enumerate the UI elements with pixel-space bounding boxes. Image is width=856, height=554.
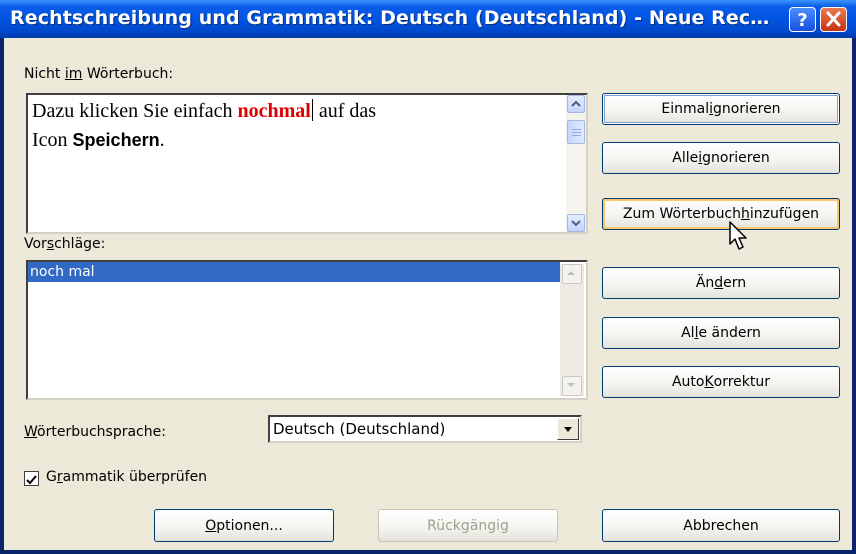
grammar-check-label: Grammatik überprüfen xyxy=(46,469,208,485)
dictionary-language-value: Deutsch (Deutschland) xyxy=(273,420,446,438)
mouse-cursor-icon xyxy=(729,221,747,250)
suggestions-scrollbar[interactable] xyxy=(560,264,584,396)
sentence-line-2: Icon Speichern. xyxy=(32,129,165,151)
checkmark-icon xyxy=(26,475,37,485)
dialog-client: Nicht im Wörterbuch: Dazu klicken Sie ei… xyxy=(4,38,852,550)
error-word[interactable]: nochmal xyxy=(237,100,310,122)
text-caret xyxy=(311,99,313,121)
textbox-scrollbar[interactable] xyxy=(566,95,586,232)
autocorrect-button[interactable]: Auto Korrektur xyxy=(602,366,840,398)
help-icon[interactable]: ? xyxy=(789,7,816,32)
chevron-down-icon[interactable] xyxy=(557,418,579,440)
suggestions-listbox[interactable]: noch mal xyxy=(26,260,588,400)
add-to-dictionary-button[interactable]: Zum Wörterbuch h inzufügen xyxy=(602,198,840,230)
suggestions-label: Vorschläge: xyxy=(24,236,106,252)
options-button[interactable]: Optionen... xyxy=(154,509,334,542)
sentence-line-1: Dazu klicken Sie einfach nochmal auf das xyxy=(32,99,377,122)
spelling-grammar-dialog: Rechtschreibung und Grammatik: Deutsch (… xyxy=(0,0,856,554)
close-icon[interactable] xyxy=(820,7,847,32)
dictionary-language-label: Wörterbuchsprache: xyxy=(24,424,166,440)
title-bar[interactable]: Rechtschreibung und Grammatik: Deutsch (… xyxy=(0,0,856,38)
svg-text:?: ? xyxy=(797,10,807,31)
change-all-button[interactable]: Al l e ändern xyxy=(602,317,840,349)
ignore-once-button[interactable]: Einmal i gnorieren xyxy=(602,93,840,125)
suggestion-item[interactable]: noch mal xyxy=(28,262,560,282)
not-in-dictionary-label: Nicht im Wörterbuch: xyxy=(24,66,174,82)
dictionary-language-select[interactable]: Deutsch (Deutschland) xyxy=(268,415,582,443)
not-in-dictionary-textbox[interactable]: Dazu klicken Sie einfach nochmal auf das… xyxy=(26,93,588,234)
change-button[interactable]: Än d ern xyxy=(602,267,840,299)
grammar-check-checkbox[interactable] xyxy=(24,471,39,486)
scroll-up-icon[interactable] xyxy=(562,264,582,284)
window-title: Rechtschreibung und Grammatik: Deutsch (… xyxy=(10,7,770,29)
scroll-down-icon[interactable] xyxy=(567,214,585,232)
scroll-up-icon[interactable] xyxy=(567,95,585,113)
ignore-all-button[interactable]: Alle i gnorieren xyxy=(602,142,840,174)
cancel-button[interactable]: Abbrechen xyxy=(602,509,840,542)
scroll-down-icon[interactable] xyxy=(562,376,582,396)
undo-button: Rückgängig xyxy=(378,509,558,542)
scroll-thumb[interactable] xyxy=(567,120,585,144)
